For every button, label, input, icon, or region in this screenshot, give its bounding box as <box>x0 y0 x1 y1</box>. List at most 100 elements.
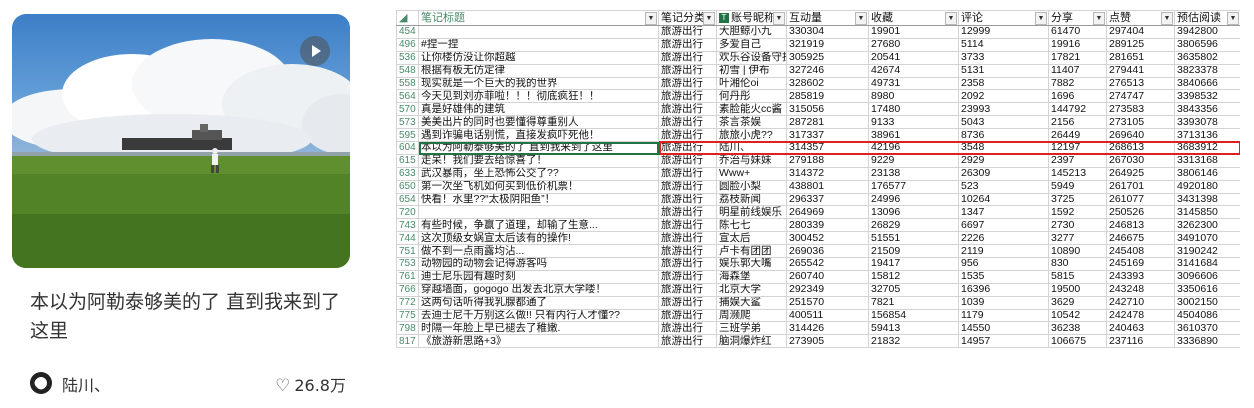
note-card[interactable]: 本以为阿勒泰够美的了 直到我来到了这里 陆川、 ♡ 26.8万 <box>12 14 350 396</box>
table-cell[interactable]: 438801 <box>786 179 869 194</box>
table-cell[interactable]: 15812 <box>868 269 959 284</box>
table-cell[interactable]: 2156 <box>1048 115 1107 130</box>
table-cell[interactable]: 3393078 <box>1174 115 1240 130</box>
filter-active-icon[interactable]: T <box>719 12 729 23</box>
row-number[interactable]: 817 <box>396 334 419 349</box>
table-cell[interactable]: 264969 <box>786 205 869 220</box>
table-cell[interactable]: 3096606 <box>1174 269 1240 284</box>
table-cell[interactable]: 12999 <box>958 25 1049 39</box>
table-cell[interactable]: 251570 <box>786 295 869 310</box>
table-cell[interactable]: 这次顶级女娲宣太后该有的操作! <box>418 231 659 246</box>
table-cell[interactable]: 23993 <box>958 102 1049 117</box>
table-cell[interactable]: 3350616 <box>1174 282 1240 297</box>
table-cell[interactable]: 523 <box>958 179 1049 194</box>
filter-dropdown-icon[interactable]: ▼ <box>945 12 957 25</box>
table-cell[interactable]: 旅游出行 <box>658 76 717 91</box>
table-cell[interactable]: 250526 <box>1106 205 1175 220</box>
table-cell[interactable]: 美美出片的同时也要懂得尊重别人 <box>418 115 659 130</box>
header-shares[interactable]: 分享 ▼ <box>1048 10 1107 26</box>
table-cell[interactable]: 让你楼仿没让你超越 <box>418 50 659 65</box>
filter-dropdown-icon[interactable]: ▼ <box>1227 12 1239 25</box>
table-cell[interactable]: 243393 <box>1106 269 1175 284</box>
table-cell[interactable]: 237116 <box>1106 334 1175 349</box>
table-cell[interactable]: 3277 <box>1048 231 1107 246</box>
table-cell[interactable]: 314426 <box>786 321 869 336</box>
table-cell[interactable]: 3806596 <box>1174 37 1240 52</box>
table-cell[interactable]: 2929 <box>958 153 1049 168</box>
table-cell[interactable]: 261077 <box>1106 192 1175 207</box>
table-cell[interactable]: 旅游出行 <box>658 244 717 259</box>
table-cell[interactable]: 旅游出行 <box>658 282 717 297</box>
table-cell[interactable]: 10890 <box>1048 244 1107 259</box>
table-cell[interactable]: 今天见到刘亦菲啦！！！彻底疯狂！！ <box>418 89 659 104</box>
table-cell[interactable]: 3145850 <box>1174 205 1240 220</box>
table-cell[interactable]: 42674 <box>868 63 959 78</box>
table-cell[interactable]: 乔治与妹妹 <box>716 153 787 168</box>
table-cell[interactable]: 314357 <box>786 141 869 155</box>
table-cell[interactable]: 17480 <box>868 102 959 117</box>
table-cell[interactable]: 274747 <box>1106 89 1175 104</box>
table-row[interactable]: 720 旅游出行 明星前线娱乐 264969 13096 1347 1592 250526 31… <box>396 205 1240 220</box>
table-cell[interactable]: 1347 <box>958 205 1049 220</box>
table-cell[interactable]: 264925 <box>1106 166 1175 181</box>
table-row[interactable]: 548 根据有板无仿定律 旅游出行 初雪 | 伊布 327246 42674 5131 114… <box>396 63 1240 78</box>
table-cell[interactable]: 305925 <box>786 50 869 65</box>
table-cell[interactable]: 59413 <box>868 321 959 336</box>
table-cell[interactable]: 281651 <box>1106 50 1175 65</box>
row-number[interactable]: 604 <box>396 141 419 155</box>
table-cell[interactable]: 27680 <box>868 37 959 52</box>
table-cell[interactable]: 旅游出行 <box>658 334 717 349</box>
table-cell[interactable]: 1535 <box>958 269 1049 284</box>
table-cell[interactable]: 3733 <box>958 50 1049 65</box>
table-body[interactable]: 454 旅游出行 大胆鲸小九 330304 19901 12999 61470 297404 3… <box>396 25 1240 349</box>
table-cell[interactable]: 265542 <box>786 257 869 271</box>
table-cell[interactable]: 20541 <box>868 50 959 65</box>
table-cell[interactable] <box>418 205 659 220</box>
table-cell[interactable]: 旅游出行 <box>658 269 717 284</box>
table-cell[interactable]: 去迪士尼千万别这么做!! 只有内行人才懂?? <box>418 308 659 323</box>
row-number[interactable]: 753 <box>396 257 419 271</box>
table-cell[interactable]: 956 <box>958 257 1049 271</box>
table-row[interactable]: 761 迪士尼乐园有趣时刻 旅游出行 海森堡 260740 15812 1535 5815 24… <box>396 269 1240 284</box>
table-row[interactable]: 751 做不到一点雨露均沾... 旅游出行 卢卡有团团 269036 21509 2119 1… <box>396 244 1240 259</box>
table-cell[interactable]: 273905 <box>786 334 869 349</box>
table-cell[interactable]: 21509 <box>868 244 959 259</box>
table-cell[interactable]: 北京大学 <box>716 282 787 297</box>
table-cell[interactable]: 19916 <box>1048 37 1107 52</box>
table-cell[interactable]: 3431398 <box>1174 192 1240 207</box>
table-cell[interactable]: 21832 <box>868 334 959 349</box>
table-cell[interactable]: 261701 <box>1106 179 1175 194</box>
filter-dropdown-icon[interactable]: ▼ <box>1035 12 1047 25</box>
table-cell[interactable]: 旅游出行 <box>658 89 717 104</box>
table-cell[interactable]: 圆脸小梨 <box>716 179 787 194</box>
table-cell[interactable]: 317337 <box>786 128 869 143</box>
table-cell[interactable]: 246675 <box>1106 231 1175 246</box>
table-cell[interactable]: 16396 <box>958 282 1049 297</box>
row-number[interactable]: 454 <box>396 25 419 39</box>
table-cell[interactable]: 9229 <box>868 153 959 168</box>
table-cell[interactable]: 4504086 <box>1174 308 1240 323</box>
table-cell[interactable]: 7821 <box>868 295 959 310</box>
table-cell[interactable]: 旅游出行 <box>658 192 717 207</box>
row-number[interactable]: 744 <box>396 231 419 246</box>
table-cell[interactable]: 2119 <box>958 244 1049 259</box>
header-likes[interactable]: 点赞 ▼ <box>1106 10 1175 26</box>
table-cell[interactable]: 9133 <box>868 115 959 130</box>
header-favorites[interactable]: 收藏 ▼ <box>868 10 959 26</box>
table-cell[interactable]: 327246 <box>786 63 869 78</box>
table-cell[interactable]: 2092 <box>958 89 1049 104</box>
table-cell[interactable]: 旅游出行 <box>658 205 717 220</box>
table-cell[interactable]: 陈七七 <box>716 218 787 233</box>
table-cell[interactable]: 本以为阿勒泰够美的了 直到我来到了这里 <box>418 141 659 155</box>
table-cell[interactable]: 卢卡有团团 <box>716 244 787 259</box>
table-cell[interactable]: 8736 <box>958 128 1049 143</box>
spreadsheet[interactable]: ◢ 笔记标题 ▼ 笔记分类 ▼ T 账号昵称 ▼ 互动量 ▼ 收藏 ▼ 评论 ▼ 分享 ▼ 点赞… <box>396 10 1240 396</box>
table-cell[interactable]: 动物园的动物会记得游客吗 <box>418 257 659 271</box>
table-cell[interactable]: 现实就是一个巨大的我的世界 <box>418 76 659 91</box>
table-cell[interactable]: 32705 <box>868 282 959 297</box>
table-cell[interactable]: 2730 <box>1048 218 1107 233</box>
table-cell[interactable]: 3262300 <box>1174 218 1240 233</box>
table-cell[interactable]: 陆川、 <box>716 141 787 155</box>
corner-cell[interactable]: ◢ <box>396 10 419 26</box>
table-cell[interactable]: 明星前线娱乐 <box>716 205 787 220</box>
